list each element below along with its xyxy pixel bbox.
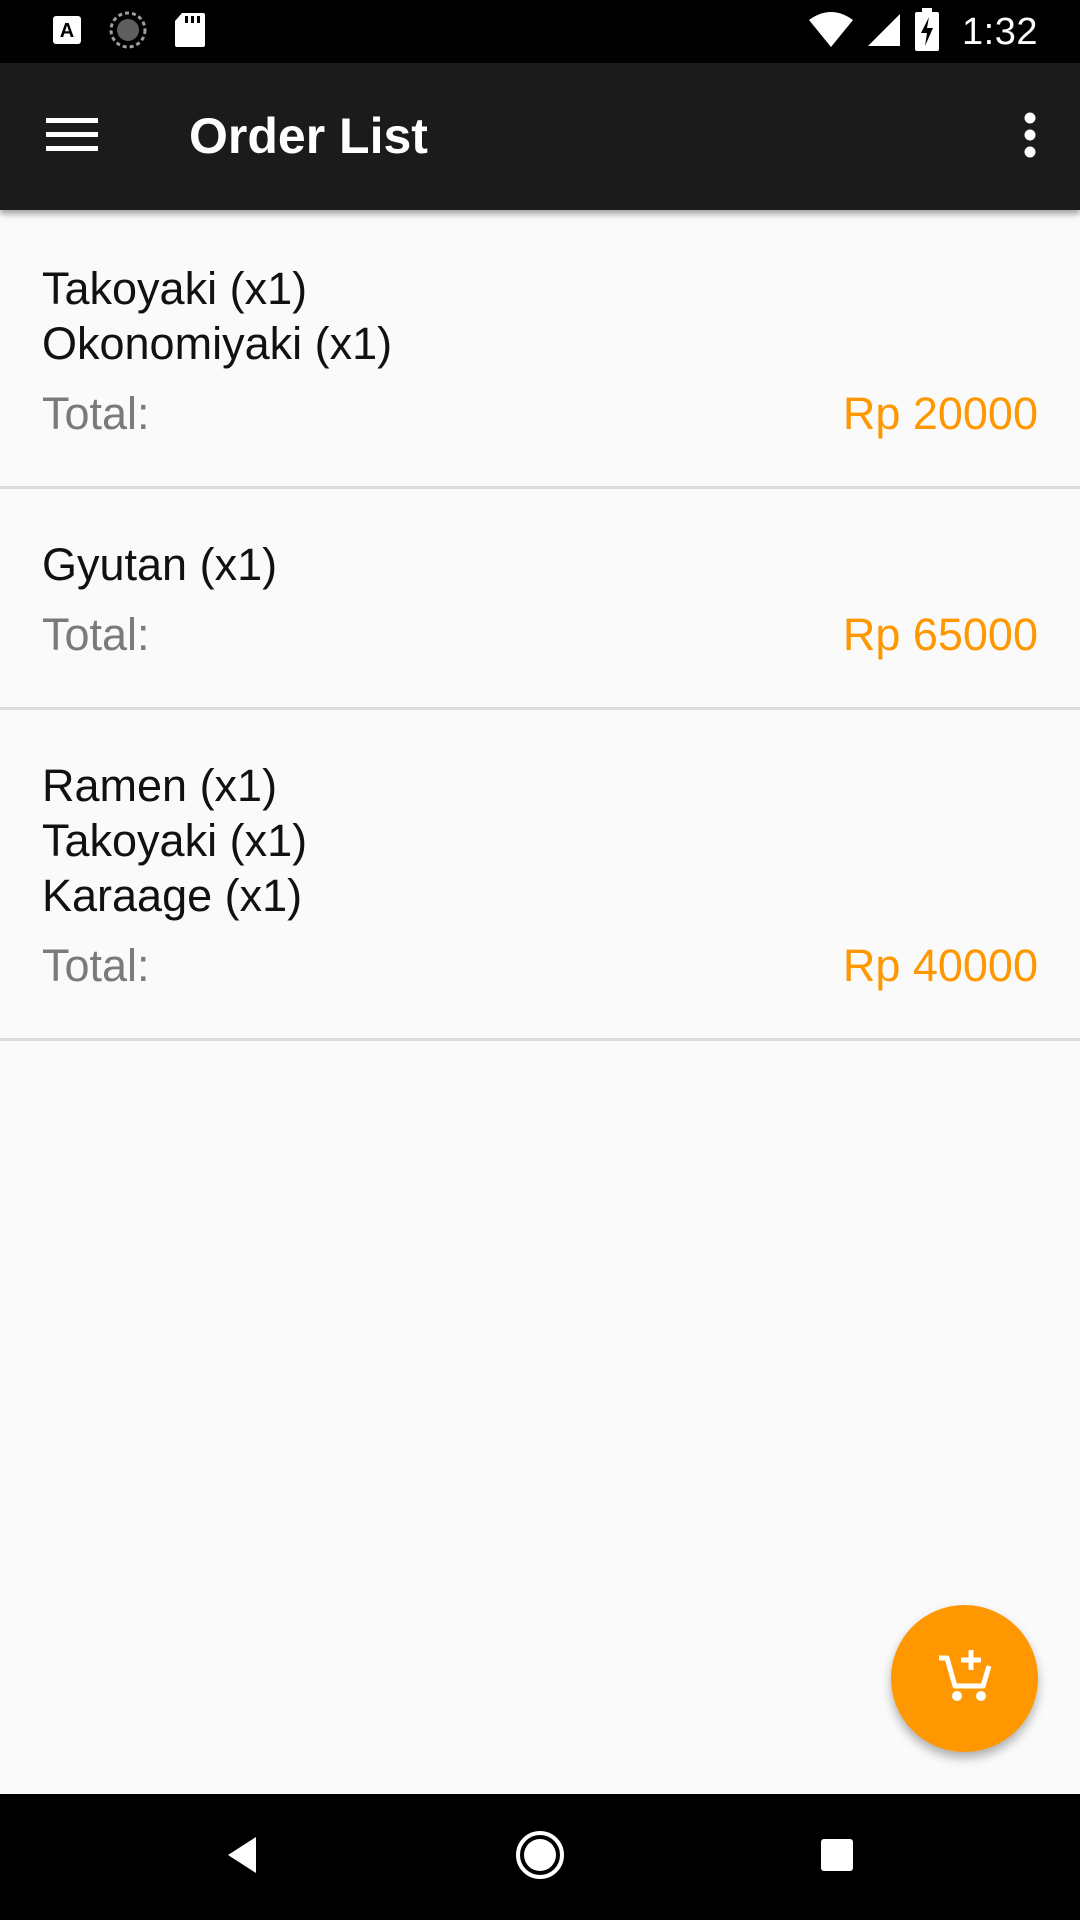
back-icon [224,1835,260,1880]
recents-button[interactable] [797,1822,877,1892]
menu-button[interactable] [30,99,114,175]
order-item[interactable]: Takoyaki (x1) Okonomiyaki (x1) Total: Rp… [0,210,1080,489]
svg-text:A: A [60,20,74,42]
total-value: Rp 40000 [842,940,1038,991]
order-line: Takoyaki (x1) [42,815,308,866]
sync-circle-icon [108,10,148,55]
navigation-bar [0,1794,1080,1920]
app-bar: Order List [0,63,1080,210]
total-label: Total: [42,609,150,660]
home-icon [514,1829,566,1886]
signal-icon [866,12,902,53]
a-font-icon: A [52,15,82,50]
order-line: Gyutan (x1) [42,539,278,590]
page-title: Order List [189,108,428,164]
order-items: Ramen (x1) Takoyaki (x1) Karaage (x1) [42,758,307,923]
menu-icon [46,115,98,160]
more-vert-icon [1023,112,1037,163]
recents-icon [819,1837,855,1878]
order-line: Ramen (x1) [42,760,278,811]
order-line: Takoyaki (x1) [42,263,308,314]
order-line: Karaage (x1) [42,870,303,921]
overflow-menu-button[interactable] [1000,99,1060,175]
battery-charging-icon [914,7,940,57]
order-items: Takoyaki (x1) Okonomiyaki (x1) [42,261,392,371]
home-button[interactable] [500,1822,580,1892]
order-list-screen: A 1:32 Order List Takoyaki (x1) Okonomiy… [0,0,1080,1920]
order-item[interactable]: Ramen (x1) Takoyaki (x1) Karaage (x1) To… [0,710,1080,1041]
status-left-icons: A [52,10,206,55]
total-value: Rp 20000 [842,388,1038,439]
total-label: Total: [42,388,150,439]
order-line: Okonomiyaki (x1) [42,318,393,369]
wifi-icon [808,11,854,53]
back-button[interactable] [202,1822,282,1892]
status-time: 1:32 [962,10,1038,53]
total-label: Total: [42,940,150,991]
add-order-fab[interactable] [891,1605,1038,1752]
add-shopping-cart-icon [935,1646,995,1711]
total-value: Rp 65000 [842,609,1038,660]
order-items: Gyutan (x1) [42,537,277,592]
status-bar: A 1:32 [0,0,1080,63]
status-right-icons: 1:32 [808,7,1038,57]
sd-card-icon [174,12,206,53]
order-list: Takoyaki (x1) Okonomiyaki (x1) Total: Rp… [0,210,1080,1041]
order-item[interactable]: Gyutan (x1) Total: Rp 65000 [0,489,1080,710]
